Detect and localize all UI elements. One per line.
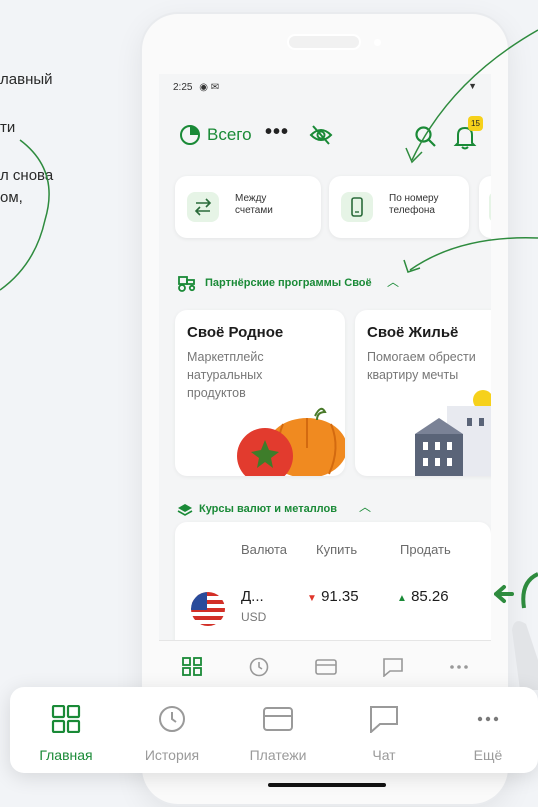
quick-action-between-accounts[interactable]: Между счетами (175, 176, 321, 238)
currency-code: USD (241, 610, 267, 624)
status-icons: ◉ ✉ (199, 82, 220, 93)
bottom-navigation: Главная История Платежи Чат Ещё (10, 687, 538, 773)
sell-rate: ▲ 85.26 (397, 588, 449, 605)
buy-rate: ▼ 91.35 (307, 588, 359, 605)
currency-name: Д... (241, 588, 264, 605)
tutorial-arrows (403, 29, 538, 273)
promo-card-zhilye[interactable]: Своё Жильё Помогаем обрести квартиру меч… (355, 310, 491, 476)
pointing-hand-icon (512, 621, 538, 690)
hide-balance-icon[interactable] (309, 124, 333, 146)
home-grid-icon (51, 705, 81, 733)
layers-icon (177, 504, 193, 516)
nav-label: Главная (39, 747, 93, 763)
home-grid-icon[interactable] (180, 657, 204, 677)
vegetables-illustration (237, 407, 345, 476)
nav-label: Чат (372, 747, 396, 763)
promo-description: Маркетплейс натуральных продуктов (187, 350, 264, 400)
partner-programs-title[interactable]: Партнёрские программы Своё (205, 277, 372, 289)
phone-camera (374, 39, 381, 46)
rates-header-buy: Купить (316, 542, 358, 557)
phone-bottom-nav (159, 640, 491, 694)
rates-header-sell: Продать (400, 542, 451, 557)
nav-chat[interactable]: Чат (334, 687, 434, 773)
usd-flag-icon (191, 592, 225, 626)
status-time: 2:25 (173, 82, 193, 93)
chat-icon[interactable] (381, 657, 405, 677)
transfer-icon (187, 192, 219, 222)
phone-icon (341, 192, 373, 222)
chat-icon (370, 706, 398, 733)
account-label[interactable]: Всего (207, 125, 252, 145)
nav-history[interactable]: История (122, 687, 222, 773)
buy-rate-value: 91.35 (321, 588, 359, 605)
promo-title: Своё Родное (187, 324, 284, 341)
rates-section-title[interactable]: Курсы валют и металлов (199, 503, 337, 515)
more-icon (477, 716, 499, 722)
card-icon (263, 707, 293, 731)
trend-up-icon: ▲ (397, 593, 407, 604)
nav-payments[interactable]: Платежи (228, 687, 328, 773)
account-total-icon[interactable] (179, 124, 201, 146)
phone-speaker (287, 34, 361, 50)
rates-header-currency: Валюта (241, 542, 287, 557)
decorative-curve (0, 139, 50, 291)
nav-label: Платежи (249, 747, 307, 763)
promo-title: Своё Жильё (367, 324, 459, 341)
nav-home[interactable]: Главная (16, 687, 116, 773)
tractor-icon (178, 276, 196, 292)
nav-label: Ещё (473, 747, 503, 763)
sell-rate-value: 85.26 (411, 588, 449, 605)
more-icon[interactable] (447, 657, 471, 677)
nav-label: История (144, 747, 200, 763)
home-indicator (268, 783, 386, 787)
nav-more[interactable]: Ещё (438, 687, 538, 773)
trend-down-icon: ▼ (307, 593, 317, 604)
menu-dots-icon[interactable]: ••• (265, 121, 289, 144)
buildings-illustration (415, 390, 491, 476)
clock-icon (159, 706, 185, 732)
quick-action-label: Между счетами (235, 193, 273, 216)
promo-card-rodnoe[interactable]: Своё Родное Маркетплейс натуральных прод… (175, 310, 345, 476)
chevron-up-icon[interactable]: ︿ (359, 498, 371, 515)
promo-description: Помогаем обрести квартиру мечты (367, 350, 476, 382)
card-icon[interactable] (314, 657, 338, 677)
clock-icon[interactable] (247, 657, 271, 677)
